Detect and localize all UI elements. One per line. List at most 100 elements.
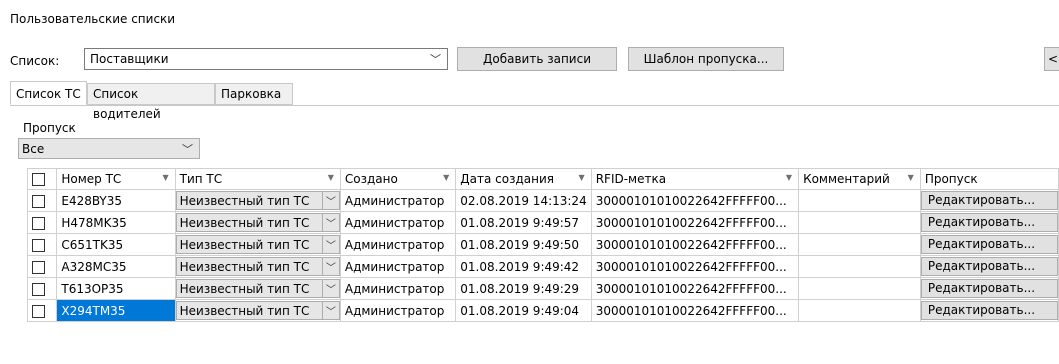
row-checkbox[interactable] [32,194,45,208]
row-checkbox-cell[interactable] [26,255,58,278]
vehicle-type-cell: Неизвестный тип ТС ﹀ [174,189,341,212]
chevron-down-icon: ﹀ [325,285,336,296]
vehicle-number[interactable]: E428BY35 [56,189,176,212]
comment[interactable] [798,211,921,234]
rfid-tag: 30000101010022642FFFFF00... [590,255,800,278]
edit-pass-button[interactable]: Редактировать... [921,235,1058,254]
list-label: Список: [10,54,60,68]
row-checkbox[interactable] [32,216,45,230]
table-row[interactable]: X294TM35 Неизвестный тип ТС ﹀ Администратор… [26,299,1059,322]
vehicle-number[interactable]: X294TM35 [56,299,176,322]
row-checkbox-cell[interactable] [26,299,58,322]
row-checkbox-cell[interactable] [26,233,58,256]
row-checkbox[interactable] [32,260,45,274]
vehicle-number[interactable]: H478MK35 [56,211,176,234]
pass-cell: Редактировать... [919,211,1059,234]
chevron-down-icon: ﹀ [325,307,336,318]
vehicle-type-select[interactable]: Неизвестный тип ТС ﹀ [176,279,340,298]
sort-arrow-icon[interactable]: ▼ [786,173,792,182]
vehicle-type-cell: Неизвестный тип ТС ﹀ [174,299,341,322]
column-header-created-by[interactable]: Создано ▼ [339,168,457,190]
creation-date: 01.08.2019 9:49:50 [455,233,592,256]
combo-separator [321,192,323,209]
vehicle-type-value: Неизвестный тип ТС [179,238,310,252]
table-row[interactable]: A328MC35 Неизвестный тип ТС ﹀ Администратор… [26,255,1059,278]
pass-cell: Редактировать... [919,233,1059,256]
column-header-type[interactable]: Тип ТС ▼ [174,168,341,190]
column-header-number[interactable]: Номер ТС ▼ [56,168,176,190]
table-row[interactable]: E428BY35 Неизвестный тип ТС ﹀ Администратор… [26,189,1059,212]
creation-date: 01.08.2019 9:49:57 [455,211,592,234]
select-all-checkbox[interactable] [32,173,45,186]
column-header-comment[interactable]: Комментарий ▼ [798,168,921,190]
row-checkbox[interactable] [32,238,45,252]
list-select[interactable]: Поставщики ﹀ [84,48,448,70]
edit-pass-button[interactable]: Редактировать... [921,301,1058,320]
row-checkbox[interactable] [32,304,45,318]
pass-template-button[interactable]: Шаблон пропуска... [628,47,784,71]
comment[interactable] [798,189,921,212]
list-select-value: Поставщики [90,52,169,66]
edit-pass-button[interactable]: Редактировать... [921,279,1058,298]
vehicle-type-select[interactable]: Неизвестный тип ТС ﹀ [176,235,340,254]
vehicle-type-value: Неизвестный тип ТС [179,216,310,230]
pass-cell: Редактировать... [919,277,1059,300]
edit-pass-button[interactable]: Редактировать... [921,257,1058,276]
column-header-pass[interactable]: Пропуск [919,168,1059,190]
chevron-down-icon: ﹀ [325,241,336,252]
sort-arrow-icon[interactable]: ▼ [579,173,585,182]
vehicle-type-select[interactable]: Неизвестный тип ТС ﹀ [176,191,340,210]
vehicle-type-value: Неизвестный тип ТС [179,282,310,296]
sort-arrow-icon[interactable]: ▼ [443,173,449,182]
tab-drivers[interactable]: Список водителей [87,83,215,121]
column-header-rfid[interactable]: RFID-метка ▼ [590,168,800,190]
vehicle-type-cell: Неизвестный тип ТС ﹀ [174,255,341,278]
pass-filter-label: Пропуск [23,121,76,135]
created-by: Администратор [339,211,457,234]
edit-pass-button[interactable]: Редактировать... [921,191,1058,210]
edit-pass-button[interactable]: Редактировать... [921,213,1058,232]
chevron-down-icon: ﹀ [325,219,336,230]
tab-parking[interactable]: Парковка [215,83,293,105]
comment[interactable] [798,277,921,300]
column-header-date[interactable]: Дата создания ▼ [455,168,592,190]
vehicles-table: Номер ТС ▼ Тип ТС ▼ Создано ▼ Дата создания… [26,168,1059,322]
sort-arrow-icon[interactable]: ▼ [162,173,168,182]
rfid-tag: 30000101010022642FFFFF00... [590,189,800,212]
rfid-tag: 30000101010022642FFFFF00... [590,233,800,256]
vehicle-type-cell: Неизвестный тип ТС ﹀ [174,211,341,234]
sort-arrow-icon[interactable]: ▼ [908,173,914,182]
vehicle-type-select[interactable]: Неизвестный тип ТС ﹀ [176,257,340,276]
comment[interactable] [798,255,921,278]
table-row[interactable]: T613OP35 Неизвестный тип ТС ﹀ Администратор… [26,277,1059,300]
vehicle-number[interactable]: C651TK35 [56,233,176,256]
combo-separator [321,214,323,231]
table-row[interactable]: C651TK35 Неизвестный тип ТС ﹀ Администратор… [26,233,1059,256]
pass-cell: Редактировать... [919,299,1059,322]
vehicle-number[interactable]: T613OP35 [56,277,176,300]
row-checkbox[interactable] [32,282,45,296]
collapse-button[interactable]: < [1044,47,1059,71]
combo-separator [321,258,323,275]
comment[interactable] [798,233,921,256]
combo-separator [321,280,323,297]
creation-date: 02.08.2019 14:13:24 [455,189,592,212]
created-by: Администратор [339,277,457,300]
row-checkbox-cell[interactable] [26,277,58,300]
row-checkbox-cell[interactable] [26,189,58,212]
add-records-button[interactable]: Добавить записи [457,47,617,71]
rfid-tag: 30000101010022642FFFFF00... [590,211,800,234]
pass-filter-select[interactable]: Все ﹀ [18,138,200,159]
created-by: Администратор [339,299,457,322]
combo-separator [321,302,323,319]
vehicle-type-select[interactable]: Неизвестный тип ТС ﹀ [176,301,340,320]
pass-cell: Редактировать... [919,255,1059,278]
table-row[interactable]: H478MK35 Неизвестный тип ТС ﹀ Администратор… [26,211,1059,234]
comment[interactable] [798,299,921,322]
vehicle-number[interactable]: A328MC35 [56,255,176,278]
tab-vehicles[interactable]: Список ТС [10,81,87,105]
sort-arrow-icon[interactable]: ▼ [328,173,334,182]
vehicle-type-select[interactable]: Неизвестный тип ТС ﹀ [176,213,340,232]
select-all-checkbox-cell[interactable] [26,168,58,190]
row-checkbox-cell[interactable] [26,211,58,234]
